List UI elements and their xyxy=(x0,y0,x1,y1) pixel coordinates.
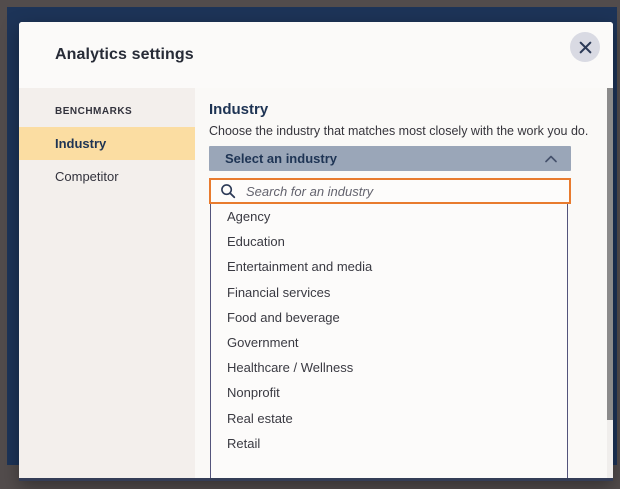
industry-option-label: Retail xyxy=(227,436,260,451)
dropdown-selected-label: Select an industry xyxy=(225,151,337,166)
modal-header: Analytics settings xyxy=(19,22,613,88)
industry-option-label: Financial services xyxy=(227,285,330,300)
industry-option[interactable]: Healthcare / Wellness xyxy=(211,355,567,380)
industry-option-label: Real estate xyxy=(227,411,293,426)
industry-dropdown-toggle[interactable]: Select an industry xyxy=(209,146,571,171)
sidebar-item-label: Competitor xyxy=(55,169,119,184)
sidebar-item-competitor[interactable]: Competitor xyxy=(19,160,195,193)
sidebar-section-label: BENCHMARKS xyxy=(19,98,195,127)
scrollbar-thumb[interactable] xyxy=(607,88,613,420)
page-title: Industry xyxy=(209,102,613,117)
industry-option[interactable]: Education xyxy=(211,229,567,254)
industry-option-label: Entertainment and media xyxy=(227,259,372,274)
industry-option[interactable]: Entertainment and media xyxy=(211,254,567,279)
main-panel: Industry Choose the industry that matche… xyxy=(195,88,613,478)
industry-option-label: Nonprofit xyxy=(227,385,280,400)
industry-option-label: Healthcare / Wellness xyxy=(227,360,353,375)
modal-scrollbar[interactable] xyxy=(607,88,613,478)
industry-options-list: Agency Education Entertainment and media… xyxy=(210,204,568,478)
industry-option-label: Agency xyxy=(227,209,270,224)
industry-option[interactable]: Retail xyxy=(211,431,567,456)
industry-option[interactable]: Agency xyxy=(211,204,567,229)
modal-title: Analytics settings xyxy=(55,46,194,64)
industry-option[interactable]: Financial services xyxy=(211,280,567,305)
industry-search-box xyxy=(209,178,571,204)
chevron-up-icon xyxy=(545,155,557,163)
sidebar: BENCHMARKS Industry Competitor xyxy=(19,88,195,478)
modal-body: BENCHMARKS Industry Competitor Industry … xyxy=(19,88,613,478)
industry-option[interactable]: Real estate xyxy=(211,406,567,431)
sidebar-item-label: Industry xyxy=(55,136,106,151)
close-icon xyxy=(579,41,592,54)
search-icon xyxy=(220,183,236,199)
industry-search-input[interactable] xyxy=(244,183,569,200)
analytics-settings-modal: Analytics settings BENCHMARKS Industry C… xyxy=(19,22,613,481)
industry-option[interactable]: Government xyxy=(211,330,567,355)
industry-option[interactable]: Food and beverage xyxy=(211,305,567,330)
industry-option[interactable]: Nonprofit xyxy=(211,380,567,405)
industry-option-label: Food and beverage xyxy=(227,310,340,325)
close-button[interactable] xyxy=(570,32,600,62)
industry-option-label: Education xyxy=(227,234,285,249)
sidebar-item-industry[interactable]: Industry xyxy=(19,127,195,160)
industry-option-label: Government xyxy=(227,335,299,350)
industry-description: Choose the industry that matches most cl… xyxy=(209,124,613,139)
